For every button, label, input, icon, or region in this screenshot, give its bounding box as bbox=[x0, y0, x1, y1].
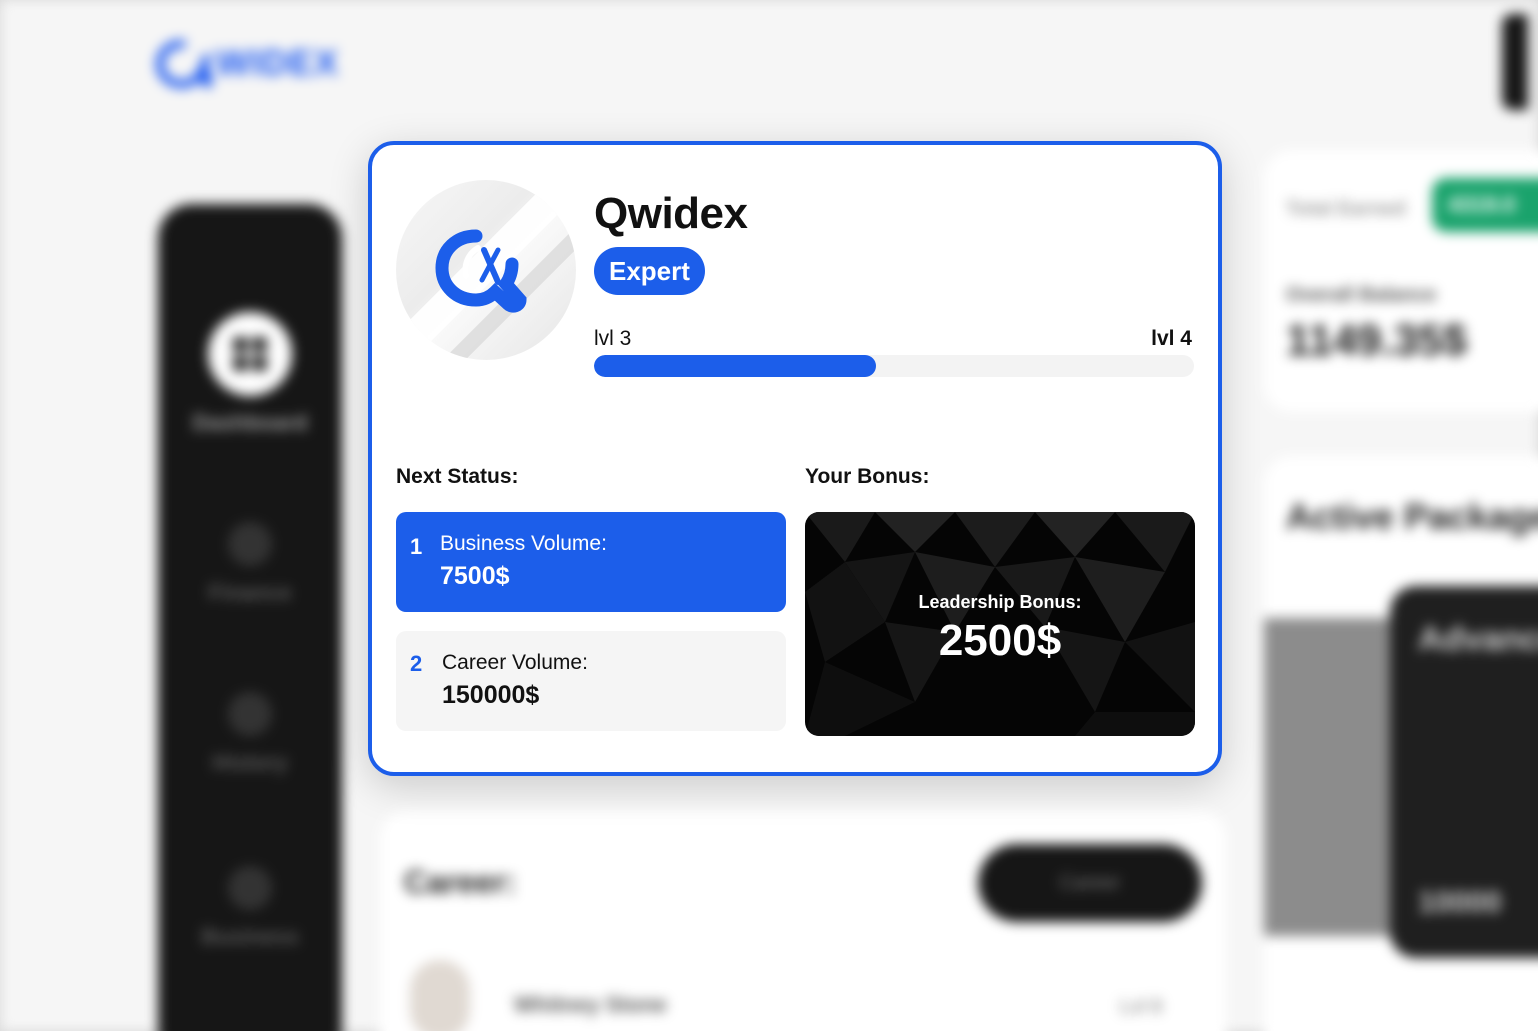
active-packages-title: Active Packages bbox=[1286, 496, 1538, 537]
active-packages-panel: Active Packages Advanced 10000 bbox=[1264, 456, 1538, 1031]
briefcase-icon bbox=[228, 866, 272, 910]
package-card-title: Advanced bbox=[1418, 620, 1538, 658]
balance-panel: Total Earned 4319.0 Overall Balance 1149… bbox=[1264, 150, 1538, 412]
career-member-level: Lvl 8 bbox=[1120, 996, 1163, 1018]
total-earned-badge: 4319.0 bbox=[1432, 178, 1538, 232]
status-item-value: 150000$ bbox=[442, 681, 540, 709]
sidebar-item-dashboard[interactable]: Dashboard bbox=[158, 312, 342, 436]
level-progress-bar bbox=[594, 355, 1194, 377]
account-button[interactable] bbox=[1502, 14, 1528, 110]
sidebar-item-finance[interactable]: Finance bbox=[158, 522, 342, 606]
next-level-label: lvl 4 bbox=[1151, 327, 1192, 350]
current-level-label: lvl 3 bbox=[594, 327, 632, 350]
profile-name: Qwidex bbox=[594, 189, 748, 238]
profile-avatar bbox=[396, 180, 576, 360]
status-item-number: 2 bbox=[410, 651, 423, 676]
bonus-card-label: Leadership Bonus: bbox=[918, 592, 1082, 612]
package-card-value: 10000 bbox=[1418, 886, 1502, 919]
logo-text: WIDEX bbox=[216, 42, 340, 83]
sidebar-item-label: History bbox=[212, 750, 288, 775]
sidebar-item-label: Finance bbox=[208, 580, 292, 605]
history-icon bbox=[228, 692, 272, 736]
wallet-icon bbox=[228, 522, 272, 566]
career-panel: Career: Career Whitney Stone Lvl 8 bbox=[380, 810, 1226, 1031]
career-title: Career: bbox=[404, 864, 517, 900]
sidebar: Dashboard Finance History Business bbox=[158, 204, 342, 1031]
status-item-number: 1 bbox=[410, 534, 423, 559]
career-member-name: Whitney Stone bbox=[514, 992, 667, 1017]
sidebar-item-label: Business bbox=[201, 924, 299, 949]
app-logo: WIDEX bbox=[155, 38, 340, 90]
screen: WIDEX Dashboard Finance History Business… bbox=[0, 0, 1538, 1031]
status-item-label: Career Volume: bbox=[442, 651, 588, 674]
status-item-label: Business Volume: bbox=[440, 532, 607, 555]
status-badge: Expert bbox=[594, 247, 705, 295]
package-card[interactable]: Advanced 10000 bbox=[1390, 586, 1538, 958]
avatar bbox=[410, 960, 470, 1031]
overall-balance-label: Overall Balance bbox=[1286, 284, 1437, 306]
grid-icon bbox=[208, 312, 292, 396]
status-card: Qwidex Expert lvl 3 lvl 4 Next Status: Y… bbox=[368, 141, 1222, 776]
next-status-item[interactable]: 1 Business Volume: 7500$ bbox=[396, 512, 786, 612]
bonus-card-value: 2500$ bbox=[938, 616, 1062, 665]
logo-mark-icon bbox=[155, 38, 218, 90]
total-earned-label: Total Earned bbox=[1286, 198, 1406, 220]
status-item-value: 7500$ bbox=[440, 562, 510, 590]
qwidex-logo-icon bbox=[435, 229, 527, 313]
career-button[interactable]: Career bbox=[978, 844, 1202, 922]
next-status-label: Next Status: bbox=[396, 465, 519, 488]
sidebar-item-business[interactable]: Business bbox=[158, 866, 342, 950]
leadership-bonus-card: Leadership Bonus: 2500$ bbox=[805, 512, 1195, 736]
overall-balance-value: 1149.35$ bbox=[1286, 316, 1468, 365]
sidebar-item-label: Dashboard bbox=[192, 410, 308, 435]
next-status-item[interactable]: 2 Career Volume: 150000$ bbox=[396, 631, 786, 731]
sidebar-item-history[interactable]: History bbox=[158, 692, 342, 776]
level-progress-fill bbox=[594, 355, 876, 377]
your-bonus-label: Your Bonus: bbox=[805, 465, 930, 488]
